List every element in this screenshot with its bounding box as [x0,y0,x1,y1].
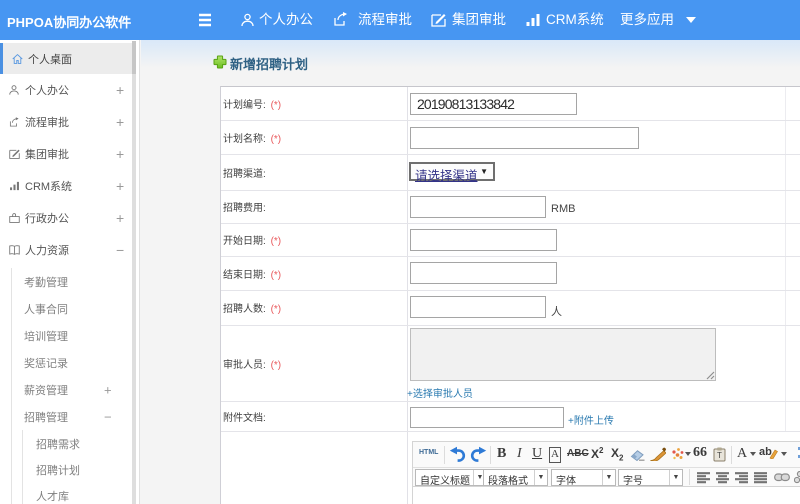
svg-text:T: T [717,451,722,460]
